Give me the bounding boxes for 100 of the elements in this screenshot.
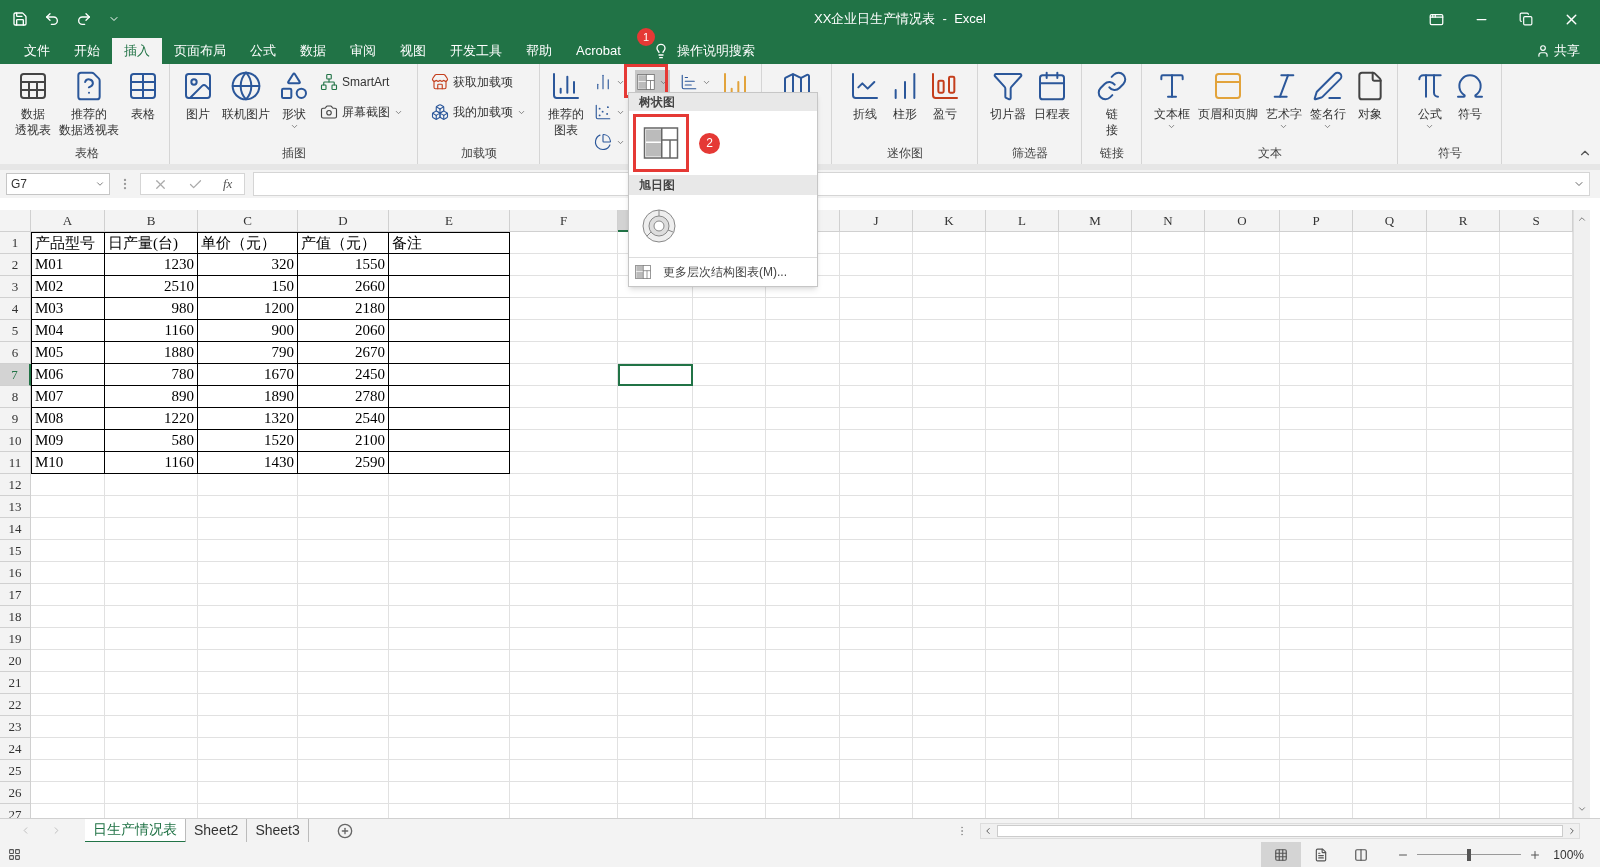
table-cell[interactable]: 2510	[105, 276, 198, 298]
ribbon-tab[interactable]: 页面布局	[162, 38, 238, 64]
table-cell[interactable]: 2100	[298, 430, 389, 452]
ribbon-button[interactable]: 盈亏	[924, 66, 965, 144]
table-cell[interactable]: 580	[105, 430, 198, 452]
table-cell[interactable]: 1200	[198, 298, 298, 320]
row-header[interactable]: 26	[0, 782, 31, 804]
macro-record-icon[interactable]	[8, 848, 21, 861]
ribbon-tab[interactable]: Acrobat	[564, 38, 633, 64]
table-cell[interactable]: 1430	[198, 452, 298, 474]
ribbon-button[interactable]: 折线	[844, 66, 885, 144]
table-cell[interactable]: M03	[31, 298, 105, 320]
table-cell[interactable]: 2180	[298, 298, 389, 320]
table-cell[interactable]: 1160	[105, 320, 198, 342]
row-header[interactable]: 18	[0, 606, 31, 628]
row-header[interactable]: 6	[0, 342, 31, 364]
ribbon-button[interactable]: 文本框	[1149, 66, 1194, 144]
zoom-level[interactable]: 100%	[1553, 845, 1584, 864]
column-header[interactable]: Q	[1353, 210, 1427, 232]
row-header[interactable]: 24	[0, 738, 31, 760]
table-cell[interactable]: 备注	[389, 232, 510, 254]
ribbon-button[interactable]: 联机图片	[218, 66, 274, 144]
sheet-tab[interactable]: 日生产情况表	[85, 818, 186, 843]
share-button[interactable]: 共享	[1536, 38, 1600, 64]
row-header[interactable]: 27	[0, 804, 31, 818]
table-cell[interactable]: 320	[198, 254, 298, 276]
vertical-scrollbar[interactable]	[1573, 210, 1590, 818]
ribbon-tab[interactable]: 开始	[62, 38, 112, 64]
column-header[interactable]: R	[1427, 210, 1500, 232]
redo-icon[interactable]	[76, 11, 92, 27]
ribbon-button[interactable]: 表格	[122, 66, 163, 144]
column-header[interactable]: N	[1132, 210, 1205, 232]
view-button[interactable]	[1261, 842, 1302, 867]
column-header[interactable]: F	[510, 210, 618, 232]
row-header[interactable]: 23	[0, 716, 31, 738]
ribbon-button[interactable]: 公式	[1409, 66, 1450, 144]
table-cell[interactable]: 1550	[298, 254, 389, 276]
table-cell[interactable]: 2660	[298, 276, 389, 298]
table-cell[interactable]: 980	[105, 298, 198, 320]
table-cell[interactable]: 1160	[105, 452, 198, 474]
row-header[interactable]: 12	[0, 474, 31, 496]
ribbon-button[interactable]: 推荐的 图表	[544, 66, 588, 154]
column-header[interactable]: J	[840, 210, 913, 232]
ribbon-tab[interactable]: 插入	[112, 38, 162, 64]
ribbon-small-button[interactable]: 获取加载项	[429, 70, 528, 94]
row-header[interactable]: 21	[0, 672, 31, 694]
table-cell[interactable]: 产值（元）	[298, 232, 389, 254]
row-header[interactable]: 14	[0, 518, 31, 540]
row-header[interactable]: 5	[0, 320, 31, 342]
column-header[interactable]: K	[913, 210, 986, 232]
column-header[interactable]: E	[389, 210, 510, 232]
name-box[interactable]: G7	[6, 173, 110, 195]
zoom-thumb[interactable]	[1467, 848, 1472, 861]
ribbon-button[interactable]: 图片	[178, 66, 218, 144]
ribbon-button[interactable]: 数据 透视表	[10, 66, 55, 144]
table-cell[interactable]: 1890	[198, 386, 298, 408]
row-header[interactable]: 8	[0, 386, 31, 408]
scroll-down-icon[interactable]	[1577, 804, 1587, 814]
row-header[interactable]: 11	[0, 452, 31, 474]
table-cell[interactable]: M08	[31, 408, 105, 430]
ribbon-button[interactable]: 艺术字	[1261, 66, 1306, 144]
column-header[interactable]: C	[198, 210, 298, 232]
table-cell[interactable]: 产品型号	[31, 232, 105, 254]
ribbon-small-button[interactable]: 我的加载项	[429, 100, 528, 124]
horizontal-scrollbar[interactable]	[980, 822, 1580, 839]
column-header[interactable]: O	[1205, 210, 1280, 232]
ribbon-tab[interactable]: 视图	[388, 38, 438, 64]
row-header[interactable]: 17	[0, 584, 31, 606]
ribbon-tab[interactable]: 公式	[238, 38, 288, 64]
row-header[interactable]: 16	[0, 562, 31, 584]
column-header[interactable]: L	[986, 210, 1059, 232]
column-header[interactable]: A	[31, 210, 105, 232]
ribbon-small-button[interactable]: 屏幕截图	[318, 100, 405, 124]
row-header[interactable]: 19	[0, 628, 31, 650]
table-cell[interactable]: M05	[31, 342, 105, 364]
table-cell[interactable]: M07	[31, 386, 105, 408]
ribbon-tab[interactable]: 文件	[12, 38, 62, 64]
ribbon-button[interactable]: 页眉和页脚	[1193, 66, 1262, 144]
row-header[interactable]: 1	[0, 232, 31, 254]
table-cell[interactable]: 1220	[105, 408, 198, 430]
row-header[interactable]: 2	[0, 254, 31, 276]
table-cell[interactable]: 单价（元）	[198, 232, 298, 254]
ribbon-button[interactable]: 推荐的 数据透视表	[54, 66, 123, 144]
select-all-corner[interactable]	[0, 210, 31, 232]
ribbon-display-icon[interactable]	[1429, 11, 1444, 27]
ribbon-small-button[interactable]: SmartArt	[318, 70, 405, 94]
table-cell[interactable]: 1880	[105, 342, 198, 364]
table-cell[interactable]: 900	[198, 320, 298, 342]
table-cell[interactable]: M02	[31, 276, 105, 298]
table-cell[interactable]: 2060	[298, 320, 389, 342]
scroll-right-icon[interactable]	[1567, 825, 1577, 836]
column-header[interactable]: D	[298, 210, 389, 232]
row-header[interactable]: 13	[0, 496, 31, 518]
undo-icon[interactable]	[44, 11, 60, 27]
ribbon-button[interactable]: 对象	[1349, 66, 1390, 144]
row-header[interactable]: 15	[0, 540, 31, 562]
insert-function-button[interactable]: fx	[223, 174, 233, 194]
table-cell[interactable]: 1230	[105, 254, 198, 276]
scroll-up-icon[interactable]	[1577, 214, 1587, 224]
table-cell[interactable]: 2450	[298, 364, 389, 386]
